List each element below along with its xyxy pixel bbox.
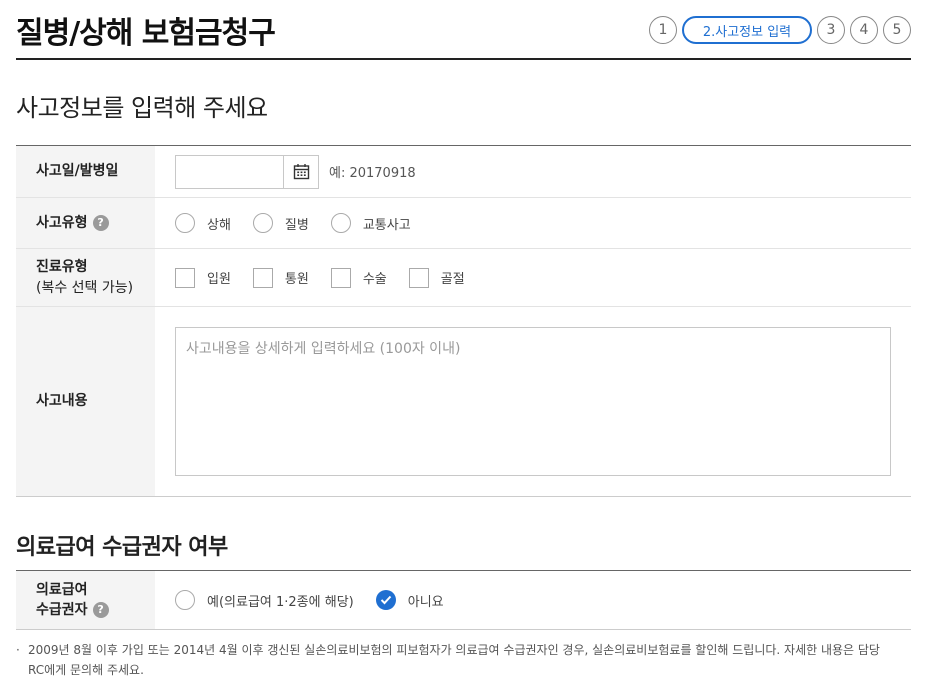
treatment-type-label-text: 진료유형: [36, 259, 88, 276]
radio-label: 예(의료급여 1·2종에 해당): [207, 594, 354, 610]
accident-details-label-text: 사고내용: [36, 393, 88, 410]
medical-aid-label-line2: 수급권자: [36, 602, 88, 618]
step-4: 4: [850, 16, 878, 44]
checkbox[interactable]: [408, 267, 429, 288]
accident-form: 사고일/발병일 예: 20170918 사고유형 ? 상해 질병 교통사고 진료…: [16, 145, 911, 497]
checkbox-label: 골절: [440, 272, 465, 287]
accident-date-row: 사고일/발병일 예: 20170918: [16, 146, 911, 198]
accident-date-label: 사고일/발병일: [16, 146, 155, 197]
calendar-icon: [293, 164, 309, 180]
treatment-option-fracture[interactable]: 골절: [408, 267, 465, 288]
accident-date-content: 예: 20170918: [155, 146, 911, 197]
checkbox[interactable]: [252, 267, 273, 288]
radio-label: 질병: [284, 217, 309, 233]
treatment-type-label: 진료유형 (복수 선택 가능): [16, 249, 155, 306]
accident-details-row: 사고내용: [16, 307, 911, 496]
step-indicator: 1 2.사고정보 입력 3 4 5: [644, 16, 911, 44]
page-header: 질병/상해 보험금청구 1 2.사고정보 입력 3 4 5: [16, 0, 911, 60]
step-1: 1: [649, 16, 677, 44]
calendar-button[interactable]: [284, 156, 318, 188]
checkmark-icon: [380, 595, 391, 605]
radio-button[interactable]: [175, 213, 195, 233]
treatment-option-outpatient[interactable]: 통원: [252, 267, 309, 288]
accident-details-textarea[interactable]: [175, 327, 891, 476]
medical-aid-label-line1: 의료급여: [36, 581, 88, 598]
checkbox-label: 수술: [362, 272, 387, 287]
radio-button[interactable]: [330, 213, 351, 233]
accident-date-label-text: 사고일/발병일: [36, 163, 119, 180]
accident-type-options: 상해 질병 교통사고: [155, 198, 911, 248]
help-icon[interactable]: ?: [92, 602, 109, 618]
checkbox[interactable]: [175, 267, 195, 288]
checkbox-label: 입원: [207, 272, 231, 287]
radio-button[interactable]: [175, 590, 195, 610]
treatment-option-surgery[interactable]: 수술: [330, 267, 387, 288]
radio-label: 상해: [207, 217, 231, 233]
step-2-active: 2.사고정보 입력: [682, 16, 812, 44]
medical-aid-label: 의료급여 수급권자?: [16, 571, 155, 629]
radio-label: 교통사고: [362, 217, 411, 233]
medical-aid-options: 예(의료급여 1·2종에 해당) 아니요: [155, 571, 911, 629]
radio-button[interactable]: [252, 213, 273, 233]
treatment-type-row: 진료유형 (복수 선택 가능) 입원 통원 수술 골절: [16, 249, 911, 307]
accident-date-field: [175, 154, 319, 189]
step-5: 5: [883, 16, 911, 44]
page-title: 질병/상해 보험금청구: [16, 16, 276, 51]
accident-type-option-traffic[interactable]: 교통사고: [330, 213, 411, 233]
medical-aid-section-title: 의료급여 수급권자 여부: [16, 535, 228, 560]
accident-date-hint: 예: 20170918: [329, 166, 416, 181]
accident-section-title: 사고정보를 입력해 주세요: [16, 94, 268, 122]
note-text: 2009년 8월 이후 가입 또는 2014년 4월 이후 갱신된 실손의료비보…: [28, 643, 880, 678]
checkbox[interactable]: [330, 267, 351, 288]
treatment-option-inpatient[interactable]: 입원: [175, 267, 231, 288]
accident-type-row: 사고유형? 상해 질병 교통사고: [16, 198, 911, 249]
medical-aid-option-yes[interactable]: 예(의료급여 1·2종에 해당): [175, 590, 354, 610]
accident-type-label: 사고유형?: [16, 198, 155, 248]
accident-details-content: [155, 307, 911, 496]
accident-type-label-text: 사고유형: [36, 214, 88, 231]
accident-type-option-disease[interactable]: 질병: [252, 213, 309, 233]
radio-button-checked[interactable]: [375, 590, 396, 610]
treatment-type-options: 입원 통원 수술 골절: [155, 249, 911, 306]
note-bullet: ·: [16, 643, 20, 657]
checkbox-label: 통원: [284, 272, 309, 287]
discount-note: · 2009년 8월 이후 가입 또는 2014년 4월 이후 갱신된 실손의료…: [16, 640, 896, 681]
accident-details-label: 사고내용: [16, 307, 155, 496]
help-icon[interactable]: ?: [92, 214, 109, 231]
accident-type-option-injury[interactable]: 상해: [175, 213, 231, 233]
step-3: 3: [817, 16, 845, 44]
medical-aid-form: 의료급여 수급권자? 예(의료급여 1·2종에 해당) 아니요: [16, 570, 911, 630]
radio-label: 아니요: [407, 594, 444, 610]
accident-date-input[interactable]: [176, 155, 284, 188]
treatment-type-sublabel: (복수 선택 가능): [36, 279, 134, 296]
medical-aid-row: 의료급여 수급권자? 예(의료급여 1·2종에 해당) 아니요: [16, 571, 911, 629]
medical-aid-option-no[interactable]: 아니요: [375, 590, 444, 610]
